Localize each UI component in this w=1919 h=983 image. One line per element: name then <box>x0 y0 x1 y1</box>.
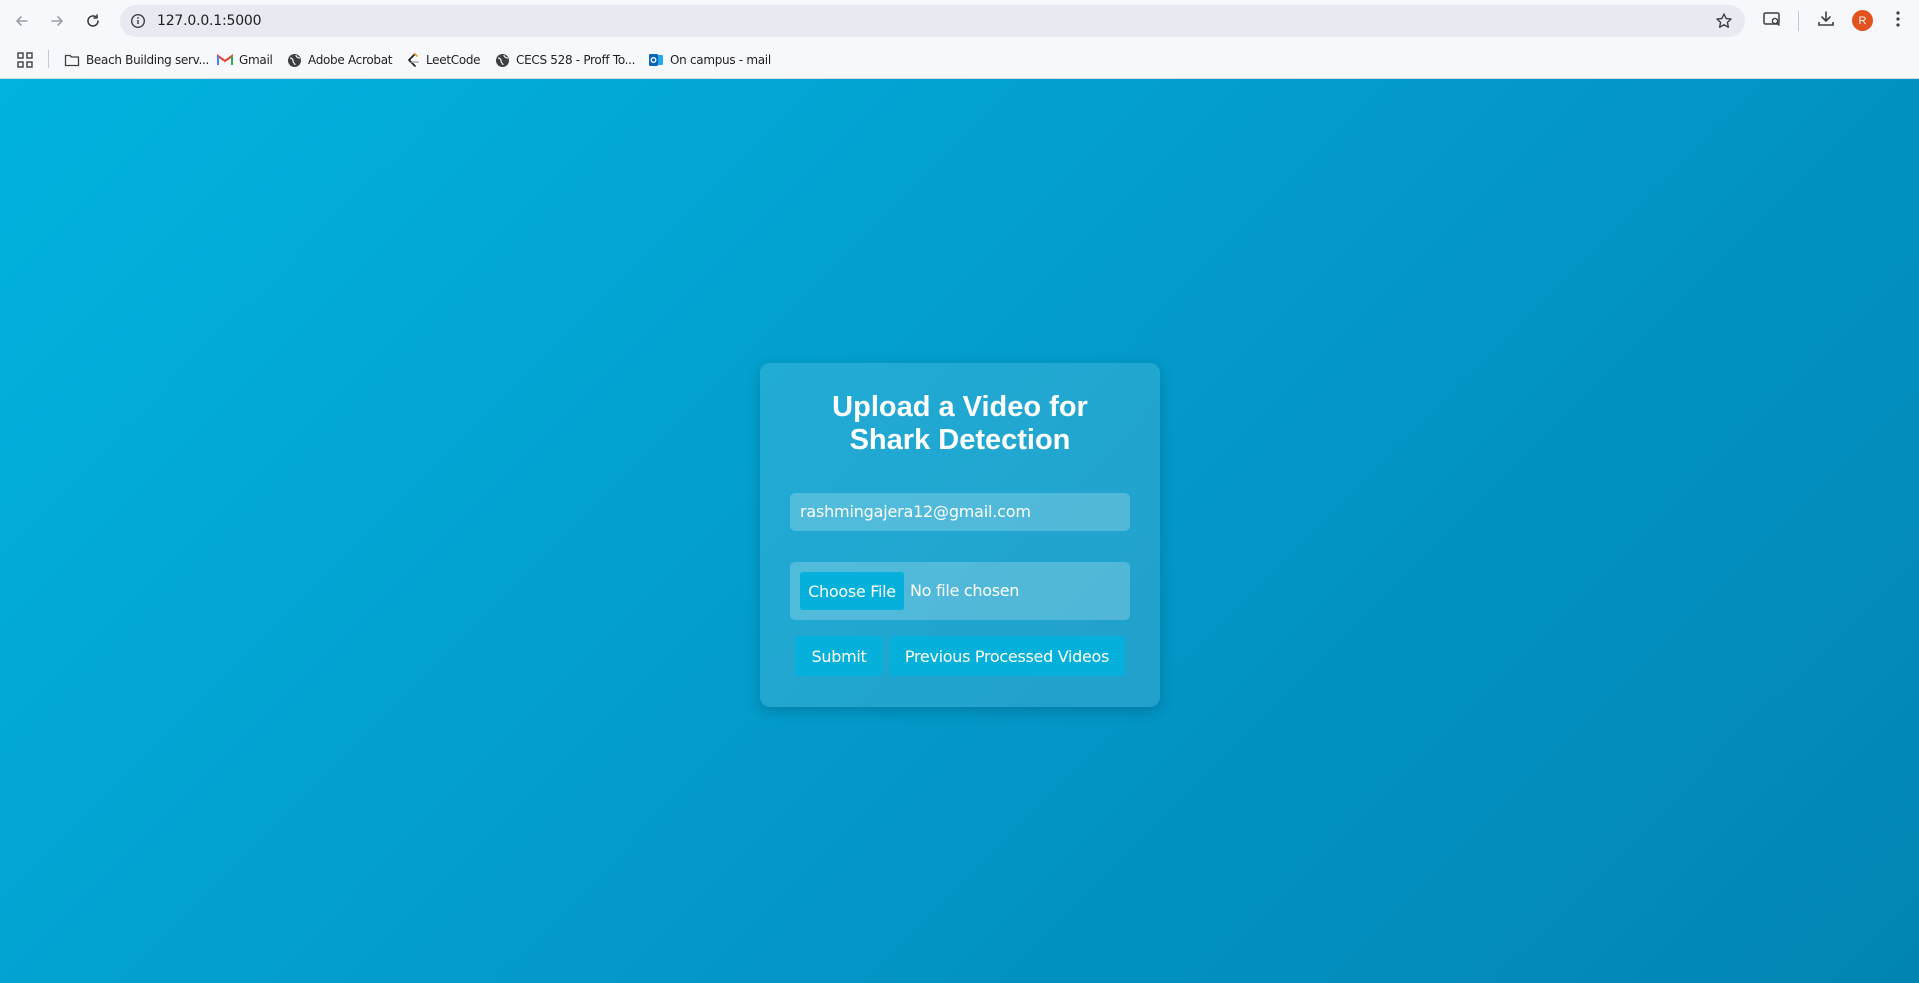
profile-avatar[interactable]: R <box>1852 10 1873 31</box>
back-button[interactable] <box>9 8 35 34</box>
browser-toolbar: 127.0.0.1:5000 R <box>0 0 1919 42</box>
bookmark-star-icon[interactable] <box>1715 12 1733 35</box>
bookmarks-divider <box>48 50 49 68</box>
file-status-text: No file chosen <box>910 581 1020 600</box>
outlook-icon <box>649 54 663 66</box>
address-bar[interactable]: 127.0.0.1:5000 <box>120 5 1745 37</box>
bookmark-adobe-acrobat[interactable]: Adobe Acrobat <box>287 51 392 69</box>
toolbar-divider <box>1798 11 1799 31</box>
title-line-1: Upload a Video for <box>832 391 1088 423</box>
forward-button[interactable] <box>44 8 70 34</box>
gmail-icon <box>217 54 233 65</box>
bookmark-gmail[interactable]: Gmail <box>217 51 273 69</box>
folder-icon <box>64 54 80 67</box>
download-icon[interactable] <box>1816 9 1836 34</box>
email-field[interactable]: rashmingajera12@gmail.com <box>790 493 1130 531</box>
leetcode-icon <box>407 53 419 67</box>
site-info-icon[interactable] <box>130 13 146 34</box>
bookmark-leetcode[interactable]: LeetCode <box>406 51 481 69</box>
submit-button[interactable]: Submit <box>795 636 883 676</box>
bookmark-cecs-528[interactable]: CECS 528 - Proff To... <box>495 51 636 69</box>
page-background: Upload a Video for Shark Detection rashm… <box>0 79 1919 983</box>
reload-icon <box>87 14 99 27</box>
choose-file-button[interactable]: Choose File <box>800 572 904 610</box>
page-title: Upload a Video for Shark Detection <box>760 391 1160 457</box>
bookmark-label: Gmail <box>239 53 273 67</box>
bookmark-label: CECS 528 - Proff To... <box>516 53 636 67</box>
previous-videos-button[interactable]: Previous Processed Videos <box>889 636 1125 676</box>
arrow-left-icon <box>16 16 28 26</box>
bookmark-label: LeetCode <box>426 53 481 67</box>
upload-card: Upload a Video for Shark Detection rashm… <box>760 363 1160 707</box>
title-line-2: Shark Detection <box>849 424 1071 456</box>
arrow-right-icon <box>51 16 63 26</box>
bookmark-label: Beach Building serv... <box>86 53 210 67</box>
bookmark-beach-building[interactable]: Beach Building serv... <box>64 51 209 69</box>
search-tabs-icon[interactable] <box>1762 9 1782 34</box>
bookmark-on-campus-mail[interactable]: On campus - mail <box>648 51 771 69</box>
reload-button[interactable] <box>80 8 106 34</box>
file-upload-field: Choose File No file chosen <box>790 562 1130 620</box>
globe-icon <box>288 53 301 67</box>
url-text[interactable]: 127.0.0.1:5000 <box>157 13 262 29</box>
apps-grid-icon[interactable] <box>16 51 34 74</box>
globe-icon <box>496 53 509 67</box>
bookmark-label: On campus - mail <box>670 53 771 67</box>
more-menu-icon[interactable] <box>1890 9 1906 34</box>
bookmark-label: Adobe Acrobat <box>308 53 393 67</box>
